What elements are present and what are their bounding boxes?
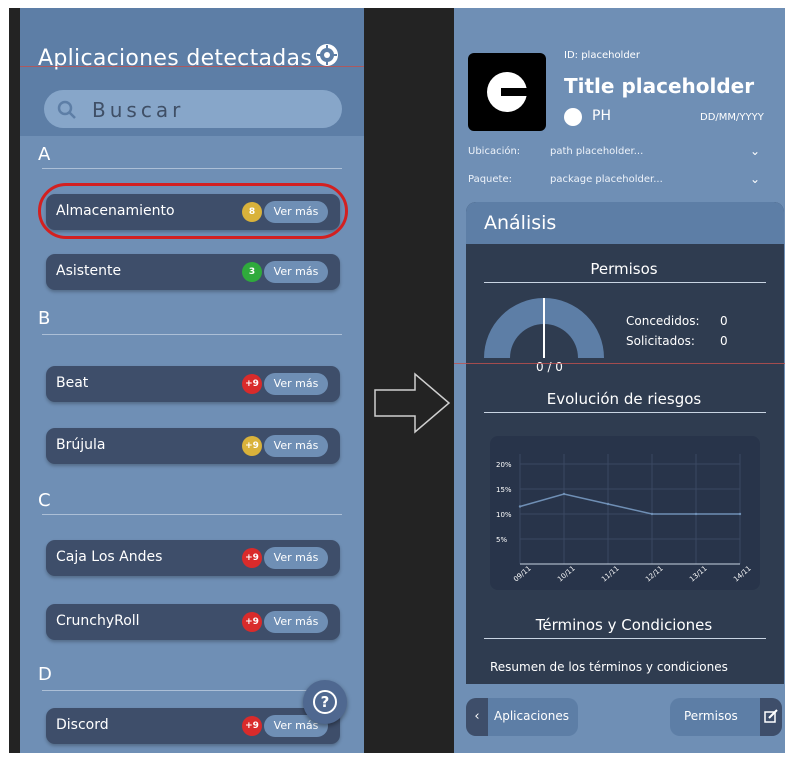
section-letter-b: B [38, 308, 51, 329]
app-name: Caja Los Andes [56, 549, 163, 565]
granted-label: Concedidos: [626, 314, 700, 328]
list-item-asistente[interactable]: Asistente 3 Ver más [46, 254, 340, 290]
permissions-button-label: Permisos [684, 709, 738, 723]
data-point [694, 512, 698, 516]
edit-icon [760, 698, 782, 736]
question-circle-icon: ? [313, 690, 337, 714]
package-key: Paquete: [468, 174, 512, 185]
help-button[interactable]: ? [303, 680, 347, 724]
app-name: Brújula [56, 437, 106, 453]
annotation-line [20, 66, 364, 67]
list-item-discord[interactable]: Discord +9 Ver más [46, 708, 340, 744]
applications-button[interactable]: ‹ Aplicaciones [466, 698, 578, 736]
x-tick-label: 12/11 [644, 564, 665, 583]
arrow-right-icon [374, 372, 451, 434]
terms-title: Términos y Condiciones [535, 616, 713, 634]
see-more-button[interactable]: Ver más [264, 611, 328, 633]
app-name: Discord [56, 717, 109, 733]
see-more-button[interactable]: Ver más [264, 435, 328, 457]
app-id: ID: placeholder [564, 50, 640, 61]
risk-title: Evolución de riesgos [546, 390, 702, 408]
annotation-line [454, 363, 785, 364]
app-list-screen: Aplicaciones detectadas Buscar A Almacen… [20, 8, 364, 753]
search-input[interactable]: Buscar [44, 90, 342, 128]
location-value: path placeholder... [550, 146, 644, 157]
x-tick-label: 14/11 [732, 564, 753, 583]
risk-badge: +9 [242, 436, 262, 456]
screenshot-canvas: Aplicaciones detectadas Buscar A Almacen… [0, 0, 790, 758]
search-icon [57, 100, 76, 119]
granted-value: 0 [720, 314, 728, 328]
list-item-caja-los-andes[interactable]: Caja Los Andes +9 Ver más [46, 540, 340, 576]
risk-chart: 5% 10% 15% 20% 09/11 10/11 11/11 12/11 13/11 14/1… [490, 436, 760, 590]
section-divider [484, 638, 766, 639]
location-key: Ubicación: [468, 146, 521, 157]
risk-badge: +9 [242, 716, 262, 736]
section-divider [42, 334, 342, 335]
data-point [562, 492, 566, 496]
requested-value: 0 [720, 334, 728, 348]
app-title: Title placeholder [564, 74, 755, 98]
section-letter-c: C [38, 490, 51, 511]
data-point [650, 512, 654, 516]
section-divider [42, 168, 342, 169]
section-divider [42, 514, 342, 515]
platform-label: PH [592, 108, 611, 124]
y-tick-label: 15% [496, 486, 512, 494]
list-item-brujula[interactable]: Brújula +9 Ver más [46, 428, 340, 464]
requested-label: Solicitados: [626, 334, 695, 348]
date-label: DD/MM/YYYY [700, 112, 764, 123]
chevron-down-icon[interactable]: ⌄ [750, 172, 760, 186]
search-placeholder: Buscar [92, 98, 185, 122]
risk-chart-svg: 5% 10% 15% 20% 09/11 10/11 11/11 12/11 13/11 14/1… [496, 454, 753, 584]
section-divider [484, 412, 766, 413]
analysis-title: Análisis [484, 212, 557, 234]
app-logo [468, 53, 546, 131]
package-value: package placeholder... [550, 174, 663, 185]
see-more-button[interactable]: Ver más [264, 547, 328, 569]
y-tick-label: 10% [496, 511, 512, 519]
x-tick-label: 11/11 [600, 564, 621, 583]
see-more-button[interactable]: Ver más [264, 261, 328, 283]
permissions-button[interactable]: Permisos [670, 698, 782, 736]
highlight-annotation [38, 183, 348, 239]
chevron-down-icon[interactable]: ⌄ [750, 144, 760, 158]
permissions-title: Permisos [590, 260, 658, 278]
status-dot [564, 108, 582, 126]
section-divider [484, 282, 766, 283]
app-name: Beat [56, 375, 89, 391]
permissions-gauge [484, 298, 604, 358]
gear-icon[interactable] [316, 44, 338, 66]
y-tick-label: 5% [496, 536, 507, 544]
applications-button-label: Aplicaciones [494, 709, 569, 723]
terms-summary: Resumen de los términos y condiciones [490, 660, 728, 674]
x-tick-label: 13/11 [688, 564, 709, 583]
section-letter-a: A [38, 144, 51, 165]
data-point [606, 502, 610, 506]
x-tick-label: 09/11 [512, 564, 533, 583]
chevron-left-icon: ‹ [466, 698, 488, 736]
list-item-crunchyroll[interactable]: CrunchyRoll +9 Ver más [46, 604, 340, 640]
section-letter-d: D [38, 664, 52, 685]
app-detail-screen: ID: placeholder Title placeholder PH DD/… [454, 8, 785, 753]
data-point [518, 505, 522, 508]
x-tick-label: 10/11 [556, 564, 577, 583]
risk-badge: 3 [242, 262, 262, 282]
y-tick-label: 20% [496, 461, 512, 469]
data-point [738, 512, 742, 516]
list-item-beat[interactable]: Beat +9 Ver más [46, 366, 340, 402]
see-more-button[interactable]: Ver más [264, 373, 328, 395]
risk-badge: +9 [242, 374, 262, 394]
section-divider [42, 690, 342, 691]
app-name: Asistente [56, 263, 122, 279]
series-line [519, 493, 740, 515]
app-name: CrunchyRoll [56, 613, 140, 629]
risk-badge: +9 [242, 548, 262, 568]
page-title: Aplicaciones detectadas [38, 46, 313, 71]
risk-badge: +9 [242, 612, 262, 632]
